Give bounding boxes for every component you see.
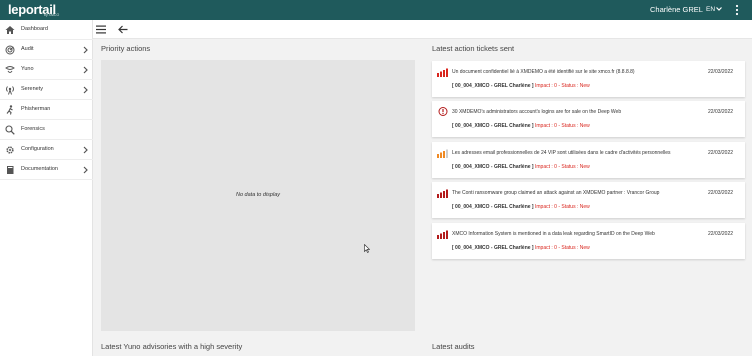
ticket-date: 22/03/2022 — [708, 190, 734, 196]
magnifier-icon — [5, 125, 15, 135]
ticket-status: Impact : 0 - Status : New — [535, 123, 590, 129]
sidebar: Dashboard Audit Yuno Serenety Phisherman… — [0, 20, 93, 356]
ticket-status: Impact : 0 - Status : New — [535, 164, 590, 170]
user-name[interactable]: Charlène GREL — [650, 5, 703, 14]
sidebar-item-dashboard[interactable]: Dashboard — [0, 20, 93, 40]
gear-icon — [6, 146, 14, 154]
ticket-entity: [ 00_004_XMCO - GREL Charlène ] — [452, 83, 534, 89]
ticket-title: The Conti ransomware group claimed an at… — [452, 190, 660, 196]
sidebar-item-audit[interactable]: Audit — [0, 40, 93, 60]
ticket-date: 22/03/2022 — [708, 150, 734, 156]
ticket-card[interactable]: The Conti ransomware group claimed an at… — [432, 182, 745, 218]
chevron-right-icon — [83, 146, 88, 154]
ticket-meta: [ 00_004_XMCO - GREL Charlène ] Impact :… — [452, 123, 590, 129]
hook-runner-icon — [6, 105, 13, 115]
back-arrow-icon[interactable] — [118, 25, 128, 34]
severity-bars-icon — [437, 68, 448, 77]
app-logo-subtitle: by XMCO — [44, 13, 60, 17]
sidebar-item-configuration[interactable]: Configuration — [0, 140, 93, 160]
chevron-down-icon[interactable] — [715, 5, 723, 13]
ticket-entity: [ 00_004_XMCO - GREL Charlène ] — [452, 164, 534, 170]
ticket-meta: [ 00_004_XMCO - GREL Charlène ] Impact :… — [452, 245, 590, 251]
chevron-right-icon — [83, 66, 88, 74]
ticket-entity: [ 00_004_XMCO - GREL Charlène ] — [452, 245, 534, 251]
latest-audits-title: Latest audits — [432, 342, 475, 351]
chevron-right-icon — [83, 46, 88, 54]
ticket-meta: [ 00_004_XMCO - GREL Charlène ] Impact :… — [452, 164, 590, 170]
top-bar: leportail by XMCO Charlène GREL EN — [0, 0, 752, 20]
ticket-title: Les adresses email professionnelles de 2… — [452, 150, 671, 156]
sidebar-item-label: Dashboard — [21, 26, 48, 32]
ticket-meta: [ 00_004_XMCO - GREL Charlène ] Impact :… — [452, 204, 590, 210]
sidebar-item-label: Documentation — [21, 166, 58, 172]
menu-toggle-icon[interactable] — [96, 25, 106, 34]
ticket-title: Un document confidentiel lié à XMDEMO a … — [452, 69, 635, 75]
priority-actions-panel: No data to display — [101, 60, 415, 331]
yuno-advisories-title: Latest Yuno advisories with a high sever… — [101, 342, 243, 351]
home-icon — [5, 26, 15, 34]
ticket-status: Impact : 0 - Status : New — [535, 204, 590, 210]
yuno-icon — [5, 66, 15, 73]
ticket-card[interactable]: Les adresses email professionnelles de 2… — [432, 142, 745, 178]
severity-bars-icon — [437, 149, 448, 158]
mouse-cursor-icon — [364, 244, 370, 253]
book-icon — [7, 166, 14, 174]
sidebar-item-label: Serenety — [21, 86, 44, 92]
ticket-card[interactable]: XMCO Information System is mentioned in … — [432, 223, 745, 259]
sidebar-item-label: Phisherman — [21, 106, 51, 112]
ticket-title: XMCO Information System is mentioned in … — [452, 231, 655, 237]
chevron-right-icon — [83, 166, 88, 174]
ticket-status: Impact : 0 - Status : New — [535, 245, 590, 251]
ticket-card[interactable]: 30 XMDEMO's administrators account's log… — [432, 101, 745, 137]
sidebar-item-forensics[interactable]: Forensics — [0, 120, 93, 140]
sidebar-item-label: Forensics — [21, 126, 45, 132]
ticket-entity: [ 00_004_XMCO - GREL Charlène ] — [452, 123, 534, 129]
sidebar-item-serenety[interactable]: Serenety — [0, 80, 93, 100]
language-selector[interactable]: EN — [706, 6, 715, 13]
ticket-date: 22/03/2022 — [708, 69, 734, 75]
ticket-date: 22/03/2022 — [708, 109, 734, 115]
ticket-card[interactable]: Un document confidentiel lié à XMDEMO a … — [432, 61, 745, 97]
ticket-title: 30 XMDEMO's administrators account's log… — [452, 109, 622, 115]
sidebar-item-label: Yuno — [21, 66, 34, 72]
ticket-date: 22/03/2022 — [708, 231, 734, 237]
empty-state-text: No data to display — [235, 192, 281, 198]
sidebar-item-documentation[interactable]: Documentation — [0, 160, 93, 180]
sidebar-item-label: Audit — [21, 46, 34, 52]
severity-bars-icon — [437, 189, 448, 198]
radar-icon — [5, 45, 15, 55]
sidebar-item-label: Configuration — [21, 146, 54, 152]
sidebar-item-yuno[interactable]: Yuno — [0, 60, 93, 80]
more-menu-icon[interactable] — [734, 4, 740, 16]
broadcast-icon — [6, 86, 14, 95]
sidebar-item-phisherman[interactable]: Phisherman — [0, 100, 93, 120]
ticket-entity: [ 00_004_XMCO - GREL Charlène ] — [452, 204, 534, 210]
latest-tickets-title: Latest action tickets sent — [432, 44, 515, 53]
ticket-meta: [ 00_004_XMCO - GREL Charlène ] Impact :… — [452, 83, 590, 89]
severity-bars-icon — [437, 230, 448, 239]
chevron-right-icon — [83, 86, 88, 94]
ticket-status: Impact : 0 - Status : New — [535, 83, 590, 89]
critical-alert-icon — [438, 107, 448, 116]
priority-actions-title: Priority actions — [101, 44, 151, 53]
content-toolbar — [93, 20, 752, 39]
